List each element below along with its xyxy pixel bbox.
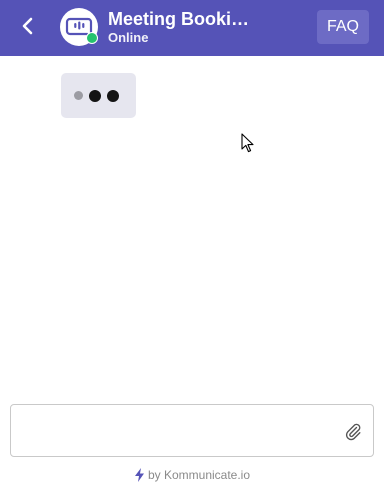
powered-by-text[interactable]: by Kommunicate.io [148,468,250,482]
chat-widget: Meeting Booking Bot Online FAQ by Kommun… [0,0,384,488]
faq-button[interactable]: FAQ [317,10,369,44]
typing-indicator [61,73,136,118]
paperclip-icon [345,423,361,441]
bot-status: Online [108,30,149,45]
lightning-bolt-icon [134,468,144,482]
powered-by-footer: by Kommunicate.io [0,468,384,482]
typing-dot [107,89,119,102]
bot-avatar [60,8,98,46]
bot-name: Meeting Booking Bot [108,9,258,29]
message-input[interactable] [21,413,340,453]
typing-dot [74,91,83,100]
header-title-block: Meeting Booking Bot Online [108,8,308,46]
back-button[interactable] [16,14,40,38]
typing-dot [89,89,101,102]
online-status-dot [86,32,98,44]
attach-button[interactable] [343,421,363,441]
chevron-left-icon [22,17,33,35]
mouse-cursor-icon [241,133,254,153]
message-composer [10,404,374,457]
chat-header: Meeting Booking Bot Online FAQ [0,0,384,56]
